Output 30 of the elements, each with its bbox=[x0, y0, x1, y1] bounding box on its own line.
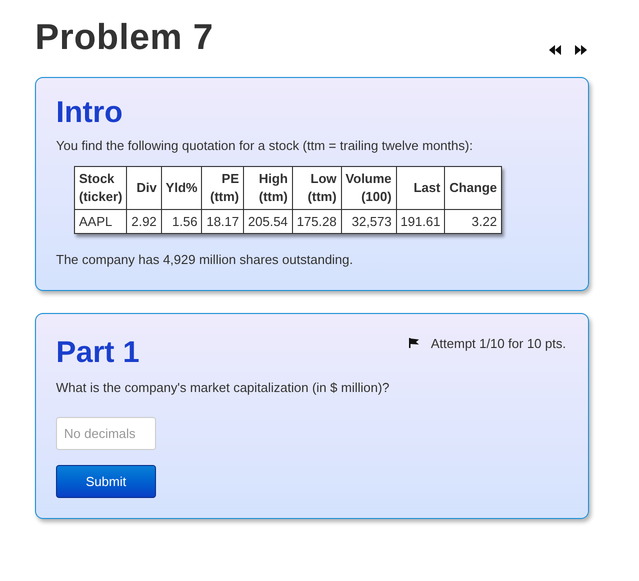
page-title: Problem 7 bbox=[35, 15, 214, 59]
column-header: PE (ttm) bbox=[202, 166, 244, 209]
table-cell: 32,573 bbox=[341, 209, 396, 234]
column-header: Yld% bbox=[161, 166, 202, 209]
submit-button[interactable]: Submit bbox=[56, 465, 156, 498]
question-text: What is the company's market capitalization (in $ million)? bbox=[56, 378, 390, 397]
previous-icon[interactable] bbox=[549, 45, 561, 55]
column-header: Last bbox=[396, 166, 445, 209]
intro-text: You find the following quotation for a stock (ttm = trailing twelve months): bbox=[56, 137, 474, 155]
column-header: Low (ttm) bbox=[292, 166, 342, 209]
flag-icon[interactable] bbox=[408, 338, 419, 348]
column-header: Change bbox=[444, 166, 502, 209]
table-cell: 18.17 bbox=[202, 209, 244, 234]
column-header: High (ttm) bbox=[244, 166, 292, 209]
table-cell: 205.54 bbox=[244, 209, 292, 234]
attempt-text: Attempt 1/10 for 10 pts. bbox=[430, 334, 566, 353]
table-cell: 191.61 bbox=[396, 209, 445, 234]
table-cell: 2.92 bbox=[126, 209, 162, 234]
next-icon[interactable] bbox=[575, 45, 587, 55]
table-cell: 175.28 bbox=[292, 209, 342, 234]
shares-text: The company has 4,929 million shares outstanding. bbox=[56, 251, 354, 269]
section-heading: Intro bbox=[56, 98, 124, 128]
table-cell: AAPL bbox=[74, 209, 127, 234]
column-header: Volume (100) bbox=[341, 166, 396, 209]
table-cell: 1.56 bbox=[161, 209, 202, 234]
section-heading: Part 1 bbox=[56, 338, 140, 368]
answer-field[interactable]: No decimals bbox=[56, 417, 156, 450]
column-header: Div bbox=[126, 166, 162, 209]
column-header: Stock (ticker) bbox=[74, 166, 127, 209]
table-cell: 3.22 bbox=[444, 209, 502, 234]
